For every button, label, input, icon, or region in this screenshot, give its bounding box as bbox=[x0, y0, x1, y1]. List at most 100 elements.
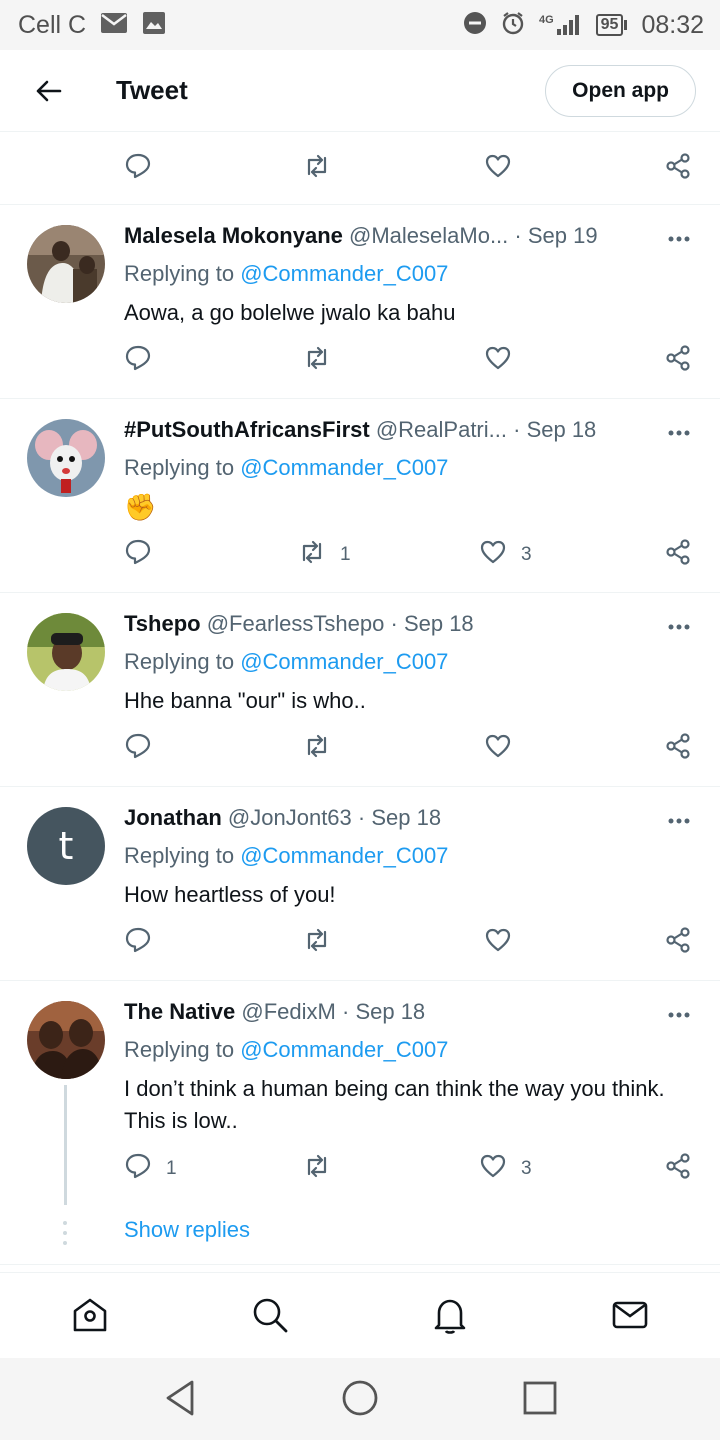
avatar[interactable] bbox=[27, 1001, 105, 1079]
reply-tweet[interactable]: t Jonathan @JonJont63 · Sep 18 Replying … bbox=[0, 787, 720, 981]
share-button[interactable] bbox=[664, 1149, 692, 1189]
share-button[interactable] bbox=[664, 341, 692, 381]
share-button[interactable] bbox=[664, 729, 692, 769]
tweet-date[interactable]: Sep 18 bbox=[404, 611, 474, 636]
network-type: 4G bbox=[538, 14, 554, 26]
display-name[interactable]: The Native bbox=[124, 999, 235, 1024]
messages-icon[interactable] bbox=[610, 1295, 650, 1335]
like-button[interactable] bbox=[484, 729, 512, 769]
like-button[interactable] bbox=[484, 341, 512, 381]
avatar[interactable] bbox=[27, 225, 105, 303]
notifications-icon[interactable] bbox=[430, 1295, 470, 1335]
reply-tweet[interactable]: The Native @FedixM · Sep 18 Replying to … bbox=[0, 981, 720, 1265]
retweet-button[interactable] bbox=[303, 149, 331, 189]
share-icon bbox=[664, 732, 692, 766]
retweet-icon bbox=[303, 344, 331, 378]
show-replies-link[interactable]: Show replies bbox=[124, 1217, 250, 1243]
reply-button[interactable] bbox=[124, 535, 152, 575]
like-button[interactable]: 3 bbox=[479, 1149, 532, 1189]
thread-dots bbox=[63, 1221, 67, 1251]
share-button[interactable] bbox=[664, 535, 692, 575]
battery-icon: 95 bbox=[595, 14, 628, 36]
retweet-button[interactable] bbox=[303, 341, 331, 381]
share-button[interactable] bbox=[664, 149, 692, 189]
heart-icon bbox=[484, 926, 512, 960]
search-icon[interactable] bbox=[250, 1295, 290, 1335]
reply-button[interactable]: 1 bbox=[124, 1149, 177, 1189]
avatar[interactable]: t bbox=[27, 807, 105, 885]
tweet-date[interactable]: Sep 18 bbox=[355, 999, 425, 1024]
heart-icon bbox=[479, 1152, 507, 1186]
system-navigation bbox=[0, 1358, 720, 1440]
retweet-button[interactable]: 1 bbox=[298, 535, 351, 575]
heart-icon bbox=[484, 344, 512, 378]
home-icon[interactable] bbox=[70, 1295, 110, 1335]
replying-to: Replying to @Commander_C007 bbox=[124, 455, 448, 481]
retweet-button[interactable] bbox=[303, 1149, 331, 1189]
open-app-button[interactable]: Open app bbox=[545, 64, 696, 117]
more-options-icon[interactable] bbox=[664, 1003, 694, 1027]
display-name[interactable]: Malesela Mokonyane bbox=[124, 223, 343, 248]
user-handle[interactable]: @JonJont63 bbox=[228, 805, 352, 830]
share-button[interactable] bbox=[664, 923, 692, 963]
tweet-date[interactable]: Sep 18 bbox=[527, 417, 597, 442]
reply-icon bbox=[124, 926, 152, 960]
status-bar: Cell C 4G 95 08:32 bbox=[0, 0, 720, 50]
user-handle[interactable]: @FedixM bbox=[241, 999, 335, 1024]
separator-dot: · bbox=[513, 417, 521, 442]
user-handle[interactable]: @FearlessTshepo bbox=[207, 611, 385, 636]
share-icon bbox=[664, 152, 692, 186]
more-options-icon[interactable] bbox=[664, 421, 694, 445]
home-circle-icon[interactable] bbox=[340, 1378, 380, 1418]
avatar[interactable] bbox=[27, 419, 105, 497]
tweet-text: I don’t think a human being can think th… bbox=[124, 1076, 665, 1133]
replying-to: Replying to @Commander_C007 bbox=[124, 843, 448, 869]
mention-link[interactable]: @Commander_C007 bbox=[240, 455, 448, 480]
recents-square-icon[interactable] bbox=[520, 1378, 560, 1418]
reply-button[interactable] bbox=[124, 923, 152, 963]
back-arrow-icon[interactable] bbox=[20, 63, 76, 119]
reply-icon bbox=[124, 1152, 152, 1186]
tweet-date[interactable]: Sep 19 bbox=[528, 223, 598, 248]
display-name[interactable]: Tshepo bbox=[124, 611, 201, 636]
tweet-date[interactable]: Sep 18 bbox=[371, 805, 441, 830]
avatar[interactable] bbox=[27, 613, 105, 691]
reply-button[interactable] bbox=[124, 149, 152, 189]
share-icon bbox=[664, 538, 692, 572]
separator-dot: · bbox=[341, 999, 350, 1024]
retweet-button[interactable] bbox=[303, 923, 331, 963]
tweet-text: ✊ bbox=[124, 492, 157, 522]
reply-button[interactable] bbox=[124, 341, 152, 381]
retweet-button[interactable] bbox=[303, 729, 331, 769]
reply-tweet[interactable]: Tshepo @FearlessTshepo · Sep 18 Replying… bbox=[0, 593, 720, 787]
retweet-icon bbox=[298, 538, 326, 572]
replying-prefix: Replying to bbox=[124, 649, 235, 674]
reply-icon bbox=[124, 732, 152, 766]
like-button[interactable] bbox=[484, 923, 512, 963]
reply-tweet[interactable]: Malesela Mokonyane @MaleselaMo... · Sep … bbox=[0, 205, 720, 399]
like-button[interactable] bbox=[484, 149, 512, 189]
mention-link[interactable]: @Commander_C007 bbox=[240, 649, 448, 674]
reply-tweet[interactable]: #PutSouthAfricansFirst @RealPatri... · S… bbox=[0, 399, 720, 593]
reply-button[interactable] bbox=[124, 729, 152, 769]
more-options-icon[interactable] bbox=[664, 615, 694, 639]
user-handle[interactable]: @MaleselaMo... bbox=[349, 223, 508, 248]
app-header: Tweet Open app bbox=[0, 50, 720, 132]
mention-link[interactable]: @Commander_C007 bbox=[240, 1037, 448, 1062]
tweet-header: Jonathan @JonJont63 · Sep 18 bbox=[124, 805, 640, 839]
heart-icon bbox=[479, 538, 507, 572]
mention-link[interactable]: @Commander_C007 bbox=[240, 261, 448, 286]
display-name[interactable]: #PutSouthAfricansFirst bbox=[124, 417, 370, 442]
replying-prefix: Replying to bbox=[124, 455, 235, 480]
more-options-icon[interactable] bbox=[664, 809, 694, 833]
display-name[interactable]: Jonathan bbox=[124, 805, 222, 830]
tweet-header: Tshepo @FearlessTshepo · Sep 18 bbox=[124, 611, 640, 645]
bottom-navigation bbox=[0, 1272, 720, 1358]
back-triangle-icon[interactable] bbox=[160, 1378, 200, 1418]
share-icon bbox=[664, 926, 692, 960]
mention-link[interactable]: @Commander_C007 bbox=[240, 843, 448, 868]
user-handle[interactable]: @RealPatri... bbox=[376, 417, 507, 442]
like-button[interactable]: 3 bbox=[479, 535, 532, 575]
retweet-icon bbox=[303, 152, 331, 186]
more-options-icon[interactable] bbox=[664, 227, 694, 251]
